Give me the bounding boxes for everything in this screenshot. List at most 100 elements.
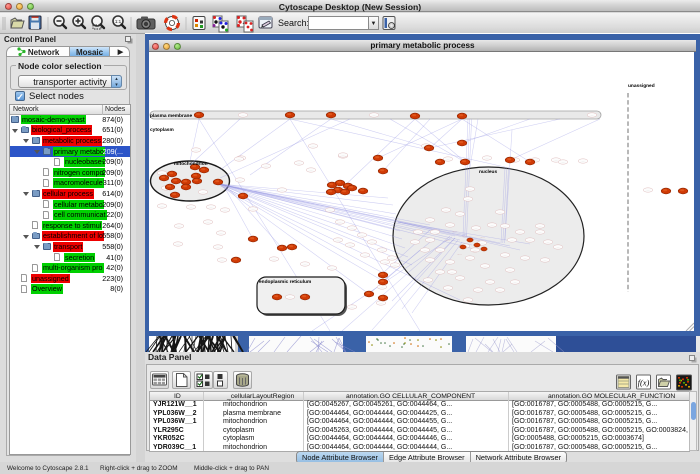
svg-text:cytoplasm: cytoplasm — [150, 127, 174, 133]
svg-text:···: ··· — [161, 171, 164, 175]
svg-text:···: ··· — [329, 208, 332, 212]
svg-text:···: ··· — [177, 242, 180, 246]
svg-text:···: ··· — [342, 153, 345, 157]
svg-text:......: ...... — [462, 234, 467, 238]
svg-text:···: ··· — [178, 224, 181, 228]
svg-text:···: ··· — [417, 230, 420, 234]
svg-text:···: ··· — [439, 270, 442, 274]
svg-text:···: ··· — [202, 190, 205, 194]
svg-text:......: ...... — [452, 229, 457, 233]
svg-text:......: ...... — [445, 238, 450, 242]
svg-text:nucleus: nucleus — [479, 169, 497, 175]
svg-text:···: ··· — [427, 278, 430, 282]
svg-text:···: ··· — [481, 241, 484, 245]
svg-text:···: ··· — [239, 178, 242, 182]
svg-text:plasma membrane: plasma membrane — [150, 113, 192, 119]
svg-text:···: ··· — [447, 286, 450, 290]
svg-text:......: ...... — [457, 252, 462, 256]
svg-text:···: ··· — [380, 301, 383, 305]
svg-text:···: ··· — [429, 218, 432, 222]
svg-text:···: ··· — [451, 270, 454, 274]
svg-text:···: ··· — [491, 223, 494, 227]
svg-text:···: ··· — [509, 268, 512, 272]
svg-text:···: ··· — [273, 257, 276, 261]
svg-text:···: ··· — [384, 260, 387, 264]
svg-text:···: ··· — [467, 298, 470, 302]
svg-text:···: ··· — [582, 159, 585, 163]
svg-text:···: ··· — [459, 212, 462, 216]
svg-text:···: ··· — [312, 144, 315, 148]
svg-text:···: ··· — [220, 231, 223, 235]
svg-text:···: ··· — [373, 113, 376, 117]
svg-text:···: ··· — [424, 248, 427, 252]
svg-text:···: ··· — [447, 157, 450, 161]
svg-text:···: ··· — [469, 256, 472, 260]
svg-text:mitochondrion: mitochondrion — [174, 161, 208, 167]
svg-text:···: ··· — [434, 230, 437, 234]
svg-text:···: ··· — [161, 204, 164, 208]
svg-text:···: ··· — [562, 160, 565, 164]
svg-text:···: ··· — [242, 113, 245, 117]
svg-text:···: ··· — [217, 245, 220, 249]
svg-text:endoplasmic reticulum: endoplasmic reticulum — [259, 279, 311, 285]
svg-text:···: ··· — [252, 207, 255, 211]
svg-text:···: ··· — [310, 168, 313, 172]
svg-text:···: ··· — [207, 220, 210, 224]
svg-text:···: ··· — [449, 260, 452, 264]
svg-text:···: ··· — [467, 197, 470, 201]
svg-text:···: ··· — [475, 226, 478, 230]
svg-text:···: ··· — [469, 187, 472, 191]
svg-text:···: ··· — [499, 210, 502, 214]
svg-text:···: ··· — [281, 188, 284, 192]
svg-text:···: ··· — [544, 258, 547, 262]
svg-text:···: ··· — [381, 248, 384, 252]
svg-text:···: ··· — [361, 233, 364, 237]
svg-text:···: ··· — [337, 238, 340, 242]
svg-text:···: ··· — [210, 205, 213, 209]
svg-text:···: ··· — [304, 262, 307, 266]
svg-text:···: ··· — [484, 264, 487, 268]
svg-text:···: ··· — [647, 188, 650, 192]
svg-text:···: ··· — [477, 288, 480, 292]
svg-text:···: ··· — [459, 276, 462, 280]
svg-text:···: ··· — [371, 240, 374, 244]
svg-text:···: ··· — [539, 230, 542, 234]
svg-text:···: ··· — [529, 238, 532, 242]
svg-text:···: ··· — [221, 258, 224, 262]
svg-text:···: ··· — [539, 224, 542, 228]
svg-text:···: ··· — [190, 205, 193, 209]
svg-text:···: ··· — [298, 161, 301, 165]
svg-text:···: ··· — [349, 243, 352, 247]
svg-text:···: ··· — [489, 280, 492, 284]
svg-text:···: ··· — [331, 266, 334, 270]
svg-text:···: ··· — [511, 238, 514, 242]
svg-text:···: ··· — [557, 245, 560, 249]
svg-text:···: ··· — [591, 113, 594, 117]
svg-text:···: ··· — [364, 253, 367, 257]
svg-text:···: ··· — [381, 285, 384, 289]
svg-text:···: ··· — [351, 226, 354, 230]
svg-text:···: ··· — [429, 238, 432, 242]
svg-text:···: ··· — [339, 220, 342, 224]
svg-text:···: ··· — [514, 280, 517, 284]
svg-text:···: ··· — [499, 288, 502, 292]
svg-text:unassigned: unassigned — [628, 83, 655, 89]
svg-text:···: ··· — [224, 208, 227, 212]
svg-text:···: ··· — [449, 223, 452, 227]
svg-text:···: ··· — [445, 208, 448, 212]
svg-text:···: ··· — [504, 253, 507, 257]
svg-text:···: ··· — [238, 157, 241, 161]
svg-text:···: ··· — [504, 224, 507, 228]
svg-text:1:1: 1:1 — [115, 19, 122, 24]
svg-text:···: ··· — [429, 258, 432, 262]
svg-text:···: ··· — [547, 240, 550, 244]
svg-text:···: ··· — [486, 156, 489, 160]
svg-text:···: ··· — [439, 248, 442, 252]
svg-text:···: ··· — [414, 240, 417, 244]
svg-text:···: ··· — [351, 305, 354, 309]
svg-text:···: ··· — [519, 230, 522, 234]
svg-text:···: ··· — [391, 256, 394, 260]
svg-text:···: ··· — [524, 256, 527, 260]
svg-text:···: ··· — [555, 158, 558, 162]
svg-text:···: ··· — [195, 148, 198, 152]
